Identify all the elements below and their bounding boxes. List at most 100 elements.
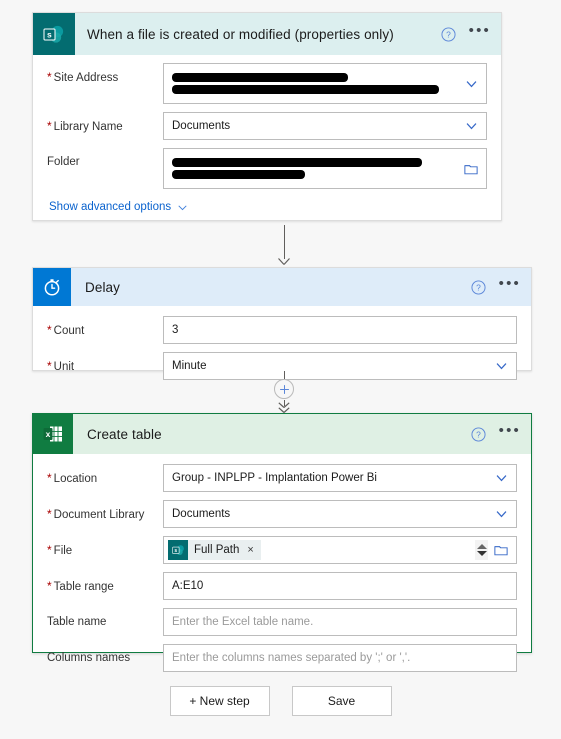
chevron-down-icon[interactable] xyxy=(465,77,478,90)
field-row-table-name: Table name Enter the Excel table name. xyxy=(47,608,517,636)
redacted-value-line xyxy=(172,85,439,94)
remove-token-icon[interactable]: × xyxy=(245,544,255,556)
field-label-document-library: Document Library xyxy=(47,500,163,522)
help-icon[interactable]: ? xyxy=(471,426,486,442)
field-label-table-range: Table range xyxy=(47,572,163,594)
table-range-input[interactable]: A:E10 xyxy=(163,572,517,600)
file-picker-icon[interactable] xyxy=(494,544,508,557)
field-label-site-address: Site Address xyxy=(47,63,163,85)
field-row-count: Count 3 xyxy=(47,316,517,344)
new-step-button[interactable]: + New step xyxy=(169,686,270,716)
field-label-columns-names: Columns names xyxy=(47,652,131,664)
stepper-down-icon[interactable] xyxy=(476,551,487,556)
arrow-head-icon xyxy=(278,258,290,265)
site-address-dropdown[interactable] xyxy=(163,63,487,104)
chevron-down-icon[interactable] xyxy=(495,508,508,521)
field-label-location: Location xyxy=(47,464,163,486)
designer-footer: + New step Save xyxy=(0,686,561,716)
flow-step-card-trigger[interactable]: s When a file is created or modified (pr… xyxy=(32,12,502,221)
table-range-value: A:E10 xyxy=(172,580,204,592)
flow-designer-canvas: s When a file is created or modified (pr… xyxy=(0,0,561,739)
stepper-up-icon[interactable] xyxy=(476,544,487,549)
field-row-columns-names: Columns names Enter the columns names se… xyxy=(47,644,517,672)
location-value: Group - INPLPP - Implantation Power Bi xyxy=(172,472,377,484)
card-header-actions-create-table: ? ••• xyxy=(471,414,521,454)
card-title-delay: Delay xyxy=(85,279,121,295)
stopwatch-icon xyxy=(33,268,71,306)
dynamic-content-token-full-path[interactable]: s Full Path × xyxy=(168,540,261,560)
show-advanced-options-label: Show advanced options xyxy=(49,201,172,213)
chevron-down-icon[interactable] xyxy=(465,120,478,133)
save-button[interactable]: Save xyxy=(291,686,392,716)
field-row-unit: Unit Minute xyxy=(47,352,517,380)
field-row-site-address: Site Address xyxy=(47,63,487,104)
field-row-location: Location Group - INPLPP - Implantation P… xyxy=(47,464,517,492)
columns-names-input[interactable]: Enter the columns names separated by ';'… xyxy=(163,644,517,672)
file-stepper[interactable] xyxy=(475,540,488,560)
show-advanced-options-link[interactable]: Show advanced options xyxy=(47,197,487,215)
connector-trigger-to-delay xyxy=(278,225,290,267)
overflow-menu-icon[interactable]: ••• xyxy=(469,23,491,43)
insert-new-step-button[interactable] xyxy=(274,379,294,399)
library-name-value: Documents xyxy=(172,120,231,132)
file-input[interactable]: s Full Path × xyxy=(163,536,517,564)
svg-text:?: ? xyxy=(476,429,481,439)
document-library-dropdown[interactable]: Documents xyxy=(163,500,517,528)
svg-text:?: ? xyxy=(476,282,481,292)
svg-text:x: x xyxy=(46,429,51,439)
field-label-library-name: Library Name xyxy=(47,112,163,134)
field-label-folder: Folder xyxy=(47,156,80,168)
library-name-dropdown[interactable]: Documents xyxy=(163,112,487,140)
svg-text:s: s xyxy=(47,29,52,39)
field-row-folder: Folder xyxy=(47,148,487,189)
overflow-menu-icon[interactable]: ••• xyxy=(499,276,521,296)
excel-icon: x xyxy=(33,414,73,454)
redacted-value-line xyxy=(172,158,422,167)
count-input[interactable]: 3 xyxy=(163,316,517,344)
sharepoint-icon: s xyxy=(33,13,75,55)
field-label-count: Count xyxy=(47,316,163,338)
unit-value: Minute xyxy=(172,360,207,372)
count-value: 3 xyxy=(172,324,179,336)
field-label-table-name: Table name xyxy=(47,616,107,628)
card-body-trigger: Site Address Library Name Documents xyxy=(33,55,501,227)
card-title-create-table: Create table xyxy=(87,426,162,442)
connector-delay-to-create-table xyxy=(274,371,294,413)
token-label: Full Path xyxy=(194,544,240,556)
unit-dropdown[interactable]: Minute xyxy=(163,352,517,380)
card-header-trigger[interactable]: s When a file is created or modified (pr… xyxy=(33,13,501,55)
table-name-input[interactable]: Enter the Excel table name. xyxy=(163,608,517,636)
location-dropdown[interactable]: Group - INPLPP - Implantation Power Bi xyxy=(163,464,517,492)
card-header-create-table[interactable]: x Create table ? ••• xyxy=(33,414,531,454)
field-row-file: File s Full Path × xyxy=(47,536,517,564)
help-icon[interactable]: ? xyxy=(441,26,456,42)
document-library-value: Documents xyxy=(172,508,231,520)
columns-names-placeholder: Enter the columns names separated by ';'… xyxy=(172,652,411,664)
field-row-library-name: Library Name Documents xyxy=(47,112,487,140)
chevron-down-icon[interactable] xyxy=(495,360,508,373)
overflow-menu-icon[interactable]: ••• xyxy=(499,423,521,443)
svg-text:s: s xyxy=(174,548,177,554)
card-header-delay[interactable]: Delay ? ••• xyxy=(33,268,531,306)
chevron-down-icon[interactable] xyxy=(495,472,508,485)
plus-icon xyxy=(279,384,289,394)
help-icon[interactable]: ? xyxy=(471,279,486,295)
card-body-create-table: Location Group - INPLPP - Implantation P… xyxy=(33,454,531,686)
card-header-actions-trigger: ? ••• xyxy=(441,13,491,55)
redacted-value-line xyxy=(172,73,349,82)
redacted-value-line xyxy=(172,170,306,179)
flow-step-card-create-table[interactable]: x Create table ? ••• Location Group - IN… xyxy=(32,413,532,672)
card-header-actions-delay: ? ••• xyxy=(471,268,521,306)
sharepoint-icon: s xyxy=(168,540,188,560)
folder-input[interactable] xyxy=(163,148,487,189)
card-title-trigger: When a file is created or modified (prop… xyxy=(87,26,394,42)
field-label-unit: Unit xyxy=(47,352,163,374)
field-row-document-library: Document Library Documents xyxy=(47,500,517,528)
chevron-down-icon xyxy=(178,204,187,210)
svg-text:?: ? xyxy=(446,29,451,39)
flow-step-card-delay[interactable]: Delay ? ••• Count 3 Unit Minute xyxy=(32,267,532,380)
folder-picker-icon[interactable] xyxy=(464,162,478,175)
table-name-placeholder: Enter the Excel table name. xyxy=(172,616,314,628)
field-row-table-range: Table range A:E10 xyxy=(47,572,517,600)
field-label-file: File xyxy=(47,536,163,558)
